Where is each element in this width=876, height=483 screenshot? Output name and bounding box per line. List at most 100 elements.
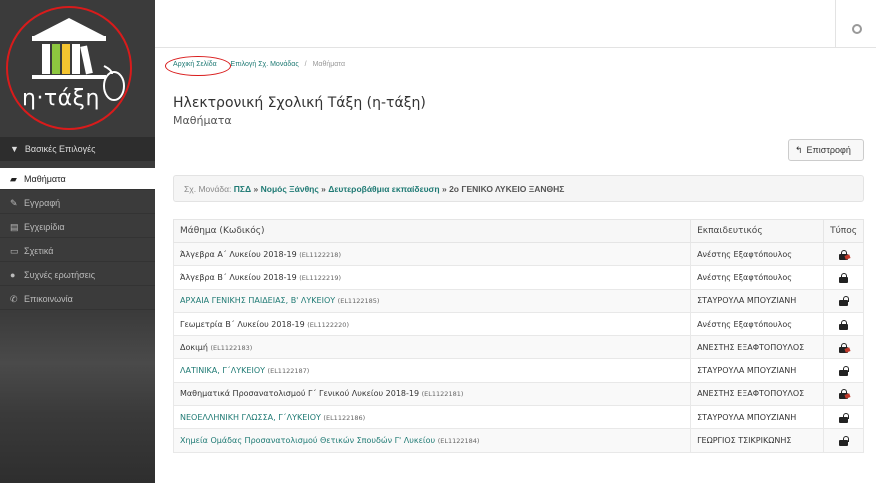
school-path-sep: » <box>441 184 447 194</box>
menu-header-label: Βασικές Επιλογές <box>24 144 96 154</box>
sidebar-item-about[interactable]: ▭ Σχετικά <box>0 240 155 262</box>
teacher-cell: ΣΤΑΥΡΟΥΛΑ ΜΠΟΥΖΙΑΝΗ <box>690 405 825 430</box>
column-header-teacher: Εκπαιδευτικός <box>690 219 825 243</box>
type-cell <box>823 241 864 267</box>
course-cell: Μαθηματικά Προσανατολισμού Γ΄ Γενικού Λυ… <box>172 381 692 407</box>
page-subtitle: Μαθήματα <box>173 114 232 127</box>
school-path-nomos[interactable]: Νομός Ξάνθης <box>261 184 319 194</box>
breadcrumb-current: Μαθήματα <box>312 61 346 68</box>
table-row[interactable]: ΛΑΤΙΝΙΚΑ, Γ΄ΛΥΚΕΙΟΥ (EL1122187) ΣΤΑΥΡΟΥΛΑ… <box>172 358 864 383</box>
course-name: Γεωμετρία Β΄ Λυκείου 2018-19 <box>180 319 305 329</box>
course-code: (EL1122218) <box>299 250 341 259</box>
table-row[interactable]: Δοκιμή (EL1122183) ΑΝΕΣΤΗΣ ΕΞΑΦΤΟΠΟΥΛΟΣ <box>172 335 864 360</box>
sidebar-item-faq[interactable]: ● Συχνές ερωτήσεις <box>0 264 155 286</box>
course-name: Άλγεβρα Β΄ Λυκείου 2018-19 <box>180 272 297 282</box>
course-name: Μαθηματικά Προσανατολισμού Γ΄ Γενικού Λυ… <box>180 389 420 399</box>
school-path-psd[interactable]: ΠΣΔ <box>234 184 251 194</box>
column-header-type: Τύπος <box>823 219 864 243</box>
table-row[interactable]: Μαθηματικά Προσανατολισμού Γ΄ Γενικού Λυ… <box>172 381 864 407</box>
table-header-row: Μάθημα (Κωδικός) Εκπαιδευτικός Τύπος <box>172 219 864 243</box>
sidebar-item-contact[interactable]: ✆ Επικοινωνία <box>0 288 155 310</box>
page-title: Ηλεκτρονική Σχολική Τάξη (η-τάξη) <box>173 95 426 111</box>
lock-icon <box>839 319 849 330</box>
sidebar-item-label: Συχνές ερωτήσεις <box>24 270 96 280</box>
course-name[interactable]: ΝΕΟΕΛΛΗΝΙΚΗ ΓΛΩΣΣΑ, Γ΄ΛΥΚΕΙΟΥ <box>180 413 321 422</box>
type-cell <box>823 428 864 453</box>
table-row[interactable]: ΝΕΟΕΛΛΗΝΙΚΗ ΓΛΩΣΣΑ, Γ΄ΛΥΚΕΙΟΥ (EL1122186… <box>172 405 864 430</box>
menu-header[interactable]: ▼ Βασικές Επιλογές <box>0 137 155 161</box>
lock-restricted-icon <box>839 389 851 400</box>
course-code: (EL1122181) <box>421 390 464 399</box>
logo-icon <box>6 6 132 130</box>
sidebar-item-courses[interactable]: ▰ Μαθήματα <box>0 168 155 190</box>
type-cell <box>823 381 864 407</box>
sidebar-item-register[interactable]: ✎ Εγγραφή <box>0 192 155 214</box>
teacher-cell: Ανέστης Εξαφτόπουλος <box>690 265 825 290</box>
top-bar <box>155 0 876 48</box>
school-path-sep: » <box>253 184 259 194</box>
back-button[interactable]: ↰ Επιστροφή <box>788 139 864 161</box>
edit-icon: ✎ <box>10 198 18 208</box>
course-code: (EL1122187) <box>267 367 310 376</box>
unlock-icon <box>839 296 850 307</box>
school-path-sep: » <box>321 184 326 194</box>
sidebar: η·τάξη ▼ Βασικές Επιλογές ▰ Μαθήματα ✎ Εγγρ… <box>0 0 155 483</box>
course-code: (EL1122219) <box>299 273 341 282</box>
course-code: (EL1122184) <box>437 437 480 446</box>
course-code: (EL1122183) <box>210 343 253 352</box>
course-name[interactable]: ΑΡΧΑΙΑ ΓΕΝΙΚΗΣ ΠΑΙΔΕΙΑΣ, Β' ΛΥΚΕΙΟΥ <box>180 296 335 305</box>
table-row[interactable]: Άλγεβρα Α΄ Λυκείου 2018-19 (EL1122218) Αν… <box>172 241 864 267</box>
breadcrumb: Αρχική Σελίδα / Επιλογή Σχ. Μονάδας / Μα… <box>173 61 345 68</box>
course-cell: Δοκιμή (EL1122183) <box>172 335 692 360</box>
lock-icon <box>839 272 849 283</box>
teacher-cell: Ανέστης Εξαφτόπουλος <box>690 241 825 267</box>
sidebar-item-label: Σχετικά <box>24 246 54 256</box>
courses-table: Μάθημα (Κωδικός) Εκπαιδευτικός Τύπος Άλγ… <box>172 219 864 453</box>
sidebar-item-label: Εγγραφή <box>24 198 61 208</box>
graduation-cap-icon: ▰ <box>10 174 17 184</box>
course-cell: ΑΡΧΑΙΑ ΓΕΝΙΚΗΣ ΠΑΙΔΕΙΑΣ, Β' ΛΥΚΕΙΟΥ (EL1… <box>172 288 692 313</box>
course-cell: ΛΑΤΙΝΙΚΑ, Γ΄ΛΥΚΕΙΟΥ (EL1122187) <box>172 358 692 383</box>
table-row[interactable]: Γεωμετρία Β΄ Λυκείου 2018-19 (EL1122220)… <box>172 311 864 337</box>
user-menu-icon[interactable] <box>852 24 862 34</box>
school-path-school: 2ο ΓΕΝΙΚΟ ΛΥΚΕΙΟ ΞΑΝΘΗΣ <box>449 184 565 194</box>
unlock-icon <box>839 436 850 447</box>
school-path-prefix: Σχ. Μονάδα: <box>184 184 232 194</box>
sidebar-item-label: Μαθήματα <box>24 174 66 184</box>
sidebar-item-manuals[interactable]: ▤ Εγχειρίδια <box>0 216 155 238</box>
phone-icon: ✆ <box>10 294 18 304</box>
table-row[interactable]: Χημεία Ομάδας Προσανατολισμού Θετικών Σπ… <box>172 428 864 453</box>
type-cell <box>823 265 864 290</box>
logo[interactable]: η·τάξη <box>0 0 155 133</box>
card-icon: ▭ <box>10 246 19 256</box>
breadcrumb-home[interactable]: Αρχική Σελίδα <box>173 61 217 68</box>
teacher-cell: ΣΤΑΥΡΟΥΛΑ ΜΠΟΥΖΙΑΝΗ <box>690 358 825 383</box>
course-name[interactable]: ΛΑΤΙΝΙΚΑ, Γ΄ΛΥΚΕΙΟΥ <box>180 366 265 375</box>
teacher-cell: ΓΕΩΡΓΙΟΣ ΤΣΙΚΡΙΚΩΝΗΣ <box>690 428 825 453</box>
sidebar-item-label: Εγχειρίδια <box>24 222 65 232</box>
logo-text: η·τάξη <box>22 86 100 111</box>
course-cell: Άλγεβρα Α΄ Λυκείου 2018-19 (EL1122218) <box>172 241 692 267</box>
course-code: (EL1122220) <box>307 320 349 329</box>
course-cell: Χημεία Ομάδας Προσανατολισμού Θετικών Σπ… <box>172 428 692 453</box>
table-row[interactable]: Άλγεβρα Β΄ Λυκείου 2018-19 (EL1122219) Αν… <box>172 265 864 290</box>
course-cell: Άλγεβρα Β΄ Λυκείου 2018-19 (EL1122219) <box>172 265 692 290</box>
course-name[interactable]: Χημεία Ομάδας Προσανατολισμού Θετικών Σπ… <box>180 436 435 445</box>
course-code: (EL1122185) <box>337 297 380 306</box>
school-path: Σχ. Μονάδα: ΠΣΔ » Νομός Ξάνθης » Δευτερο… <box>173 175 864 202</box>
breadcrumb-school[interactable]: Επιλογή Σχ. Μονάδας <box>231 61 299 68</box>
course-cell: Γεωμετρία Β΄ Λυκείου 2018-19 (EL1122220) <box>172 311 692 337</box>
table-row[interactable]: ΑΡΧΑΙΑ ΓΕΝΙΚΗΣ ΠΑΙΔΕΙΑΣ, Β' ΛΥΚΕΙΟΥ (EL1… <box>172 288 864 313</box>
school-path-level[interactable]: Δευτεροβάθμια εκπαίδευση <box>328 184 439 194</box>
main-content: Αρχική Σελίδα / Επιλογή Σχ. Μονάδας / Μα… <box>155 48 876 483</box>
teacher-cell: ΑΝΕΣΤΗΣ ΕΞΑΦΤΟΠΟΥΛΟΣ <box>690 381 825 407</box>
teacher-cell: ΣΤΑΥΡΟΥΛΑ ΜΠΟΥΖΙΑΝΗ <box>690 288 825 313</box>
course-cell: ΝΕΟΕΛΛΗΝΙΚΗ ΓΛΩΣΣΑ, Γ΄ΛΥΚΕΙΟΥ (EL1122186… <box>172 405 692 430</box>
column-header-course: Μάθημα (Κωδικός) <box>172 219 692 243</box>
reply-arrow-icon: ↰ <box>795 145 803 155</box>
lock-restricted-icon <box>839 249 851 260</box>
type-cell <box>823 311 864 337</box>
sidebar-background <box>0 312 155 483</box>
divider <box>835 0 836 48</box>
type-cell <box>823 405 864 430</box>
